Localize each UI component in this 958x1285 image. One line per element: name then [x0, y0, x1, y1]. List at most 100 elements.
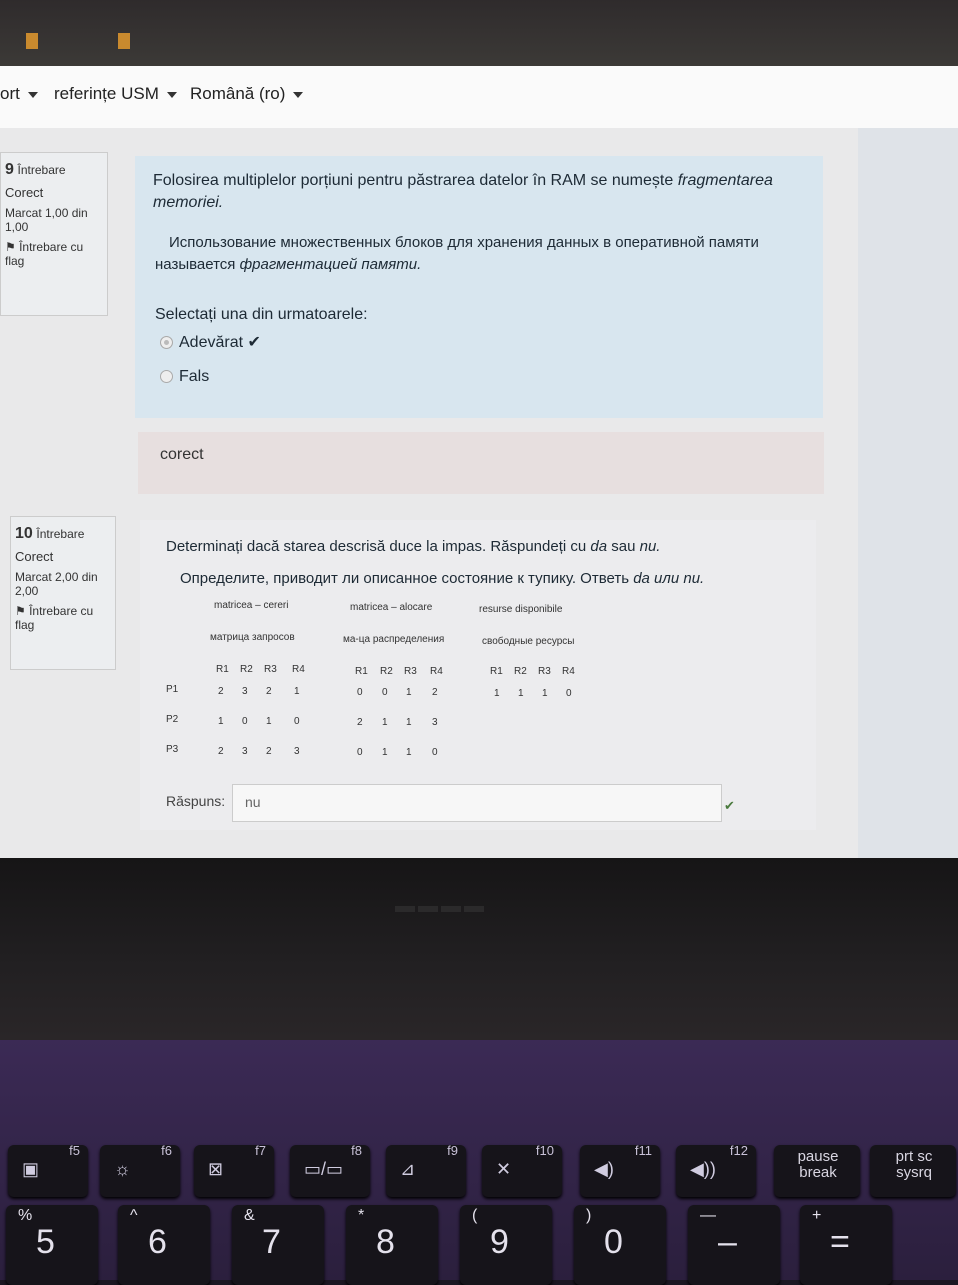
requests-col-header: R1: [216, 664, 229, 675]
key-9[interactable]: (9: [460, 1205, 552, 1285]
resources-cell: 1: [494, 688, 500, 699]
radio-selected[interactable]: [160, 336, 173, 350]
laptop-bezel: [0, 858, 958, 1040]
allocation-cell: 2: [432, 687, 438, 698]
volume-up-icon: ◀)): [690, 1159, 716, 1179]
matrix-allocation-title: matricea – alocare: [350, 602, 433, 613]
allocation-cell: 1: [406, 717, 412, 728]
requests-cell: 3: [294, 746, 300, 757]
browser-toolbar: [0, 0, 958, 68]
key-f10[interactable]: f10 ✕: [482, 1143, 562, 1197]
process-label: P2: [166, 714, 179, 725]
key-minus[interactable]: — –: [688, 1205, 780, 1285]
answer-input[interactable]: nu: [232, 784, 722, 822]
resources-cell: 0: [566, 688, 572, 699]
available-resources-title-ru: свободные ресурсы: [482, 636, 575, 647]
allocation-cell: 1: [406, 747, 412, 758]
requests-cell: 2: [266, 686, 272, 697]
check-icon: ✔: [724, 798, 735, 813]
key-equals[interactable]: + =: [800, 1205, 892, 1285]
allocation-col-header: R2: [380, 666, 393, 677]
requests-cell: 1: [294, 686, 300, 697]
option-true[interactable]: Adevărat ✔: [160, 332, 261, 354]
key-f9[interactable]: f9 ⊿: [386, 1143, 466, 1197]
answer-label: Răspuns:: [166, 793, 226, 809]
requests-cell: 0: [242, 716, 248, 727]
resources-col-header: R4: [562, 666, 575, 677]
question-mark: Marcat 2,00 din 2,00: [15, 570, 98, 598]
requests-cell: 0: [294, 716, 300, 727]
allocation-cell: 0: [357, 747, 363, 758]
allocation-col-header: R4: [430, 666, 443, 677]
allocation-cell: 3: [432, 717, 438, 728]
key-f11[interactable]: f11 ◀): [580, 1143, 660, 1197]
radio-unselected[interactable]: [160, 370, 173, 384]
bookmark-folder-1[interactable]: [26, 30, 48, 50]
projector-icon: ▭/▭: [304, 1159, 344, 1179]
question-mark: Marcat 1,00 din 1,00: [5, 206, 88, 234]
question-9-text-ro: Folosirea multiplelor porțiuni pentru pă…: [153, 172, 773, 211]
requests-cell: 1: [218, 716, 224, 727]
question-info-10: 10 Întrebare Corect Marcat 2,00 din 2,00…: [10, 516, 116, 670]
allocation-cell: 2: [357, 717, 363, 728]
requests-cell: 2: [266, 746, 272, 757]
key-f7[interactable]: f7 ⊠: [194, 1143, 274, 1197]
touchpad-icon: ⊿: [400, 1159, 416, 1179]
requests-cell: 2: [218, 686, 224, 697]
process-label: P3: [166, 744, 179, 755]
nav-item-language[interactable]: Română (ro): [190, 84, 304, 104]
resources-col-header: R3: [538, 666, 551, 677]
key-pause-break[interactable]: pause break: [774, 1145, 860, 1197]
resources-col-header: R2: [514, 666, 527, 677]
caret-down-icon: [27, 91, 38, 98]
laptop-logo: ▬▬▬▬: [395, 895, 487, 917]
key-8[interactable]: * 8: [346, 1205, 438, 1285]
key-f12[interactable]: f12 ◀)): [676, 1143, 756, 1197]
resources-col-header: R1: [490, 666, 503, 677]
requests-cell: 2: [218, 746, 224, 757]
requests-col-header: R3: [264, 664, 277, 675]
question-9-prompt: Selectați una din urmatoarele:: [155, 306, 368, 323]
question-state: Corect: [5, 185, 44, 200]
key-5[interactable]: % 5: [6, 1205, 98, 1285]
caret-down-icon: [166, 91, 177, 98]
check-icon: ✔: [247, 334, 261, 351]
flag-question-link[interactable]: ⚑ Întrebare cu flag: [15, 604, 111, 632]
keyboard-backlight-icon: ▣: [22, 1159, 40, 1179]
allocation-cell: 0: [357, 687, 363, 698]
folder-icon: [118, 32, 130, 49]
key-f6[interactable]: f6 ☼: [100, 1143, 180, 1197]
flag-icon: ⚑: [15, 604, 30, 618]
allocation-cell: 1: [382, 747, 388, 758]
allocation-cell: 1: [406, 687, 412, 698]
key-0[interactable]: ) 0: [574, 1205, 666, 1285]
key-6[interactable]: ^ 6: [118, 1205, 210, 1285]
key-print-screen[interactable]: prt sc sysrq: [870, 1145, 956, 1197]
nav-item-references[interactable]: referințe USM: [54, 84, 177, 104]
question-9-text-ru: Использование множественных блоков для х…: [155, 234, 759, 273]
key-f5[interactable]: f5 ▣: [8, 1143, 88, 1197]
matrix-allocation-title-ru: ма-ца распределения: [343, 634, 445, 645]
requests-cell: 3: [242, 686, 248, 697]
feedback-text: corect: [160, 446, 204, 463]
requests-col-header: R4: [292, 664, 305, 675]
allocation-col-header: R3: [404, 666, 417, 677]
allocation-cell: 0: [382, 687, 388, 698]
bookmark-folder-2[interactable]: [118, 30, 140, 50]
key-7[interactable]: & 7: [232, 1205, 324, 1285]
question-10-text-ru: Определите, приводит ли описанное состоя…: [180, 570, 705, 587]
key-f8[interactable]: f8 ▭/▭: [290, 1143, 370, 1197]
resources-cell: 1: [542, 688, 548, 699]
nav-item-support[interactable]: ort: [0, 84, 38, 104]
folder-icon: [26, 32, 38, 49]
question-10-text-ro: Determinați dacă starea descrisă duce la…: [166, 538, 661, 555]
flag-question-link[interactable]: ⚑ Întrebare cu flag: [5, 240, 103, 268]
available-resources-title: resurse disponibile: [479, 604, 563, 615]
option-false[interactable]: Fals: [160, 366, 209, 388]
feedback-box: [138, 432, 824, 494]
flag-icon: ⚑: [5, 240, 20, 254]
matrix-requests-title-ru: матрица запросов: [210, 632, 295, 643]
requests-col-header: R2: [240, 664, 253, 675]
resources-cell: 1: [518, 688, 524, 699]
right-panel: [858, 128, 958, 858]
